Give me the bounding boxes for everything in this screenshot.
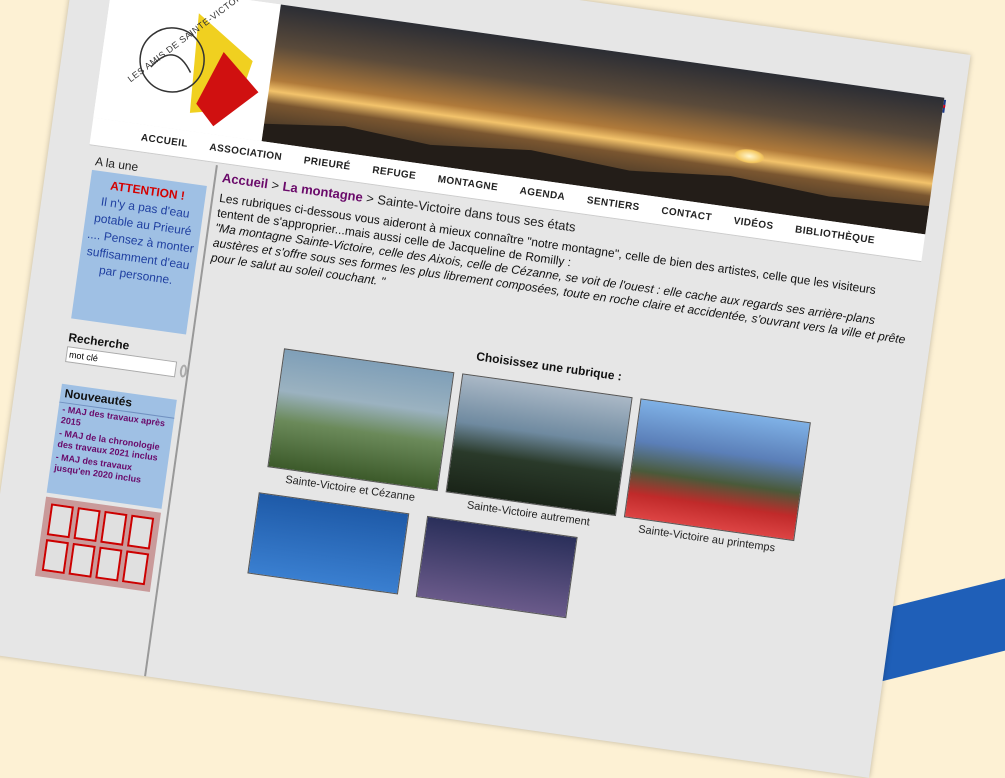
nav-refuge[interactable]: REFUGE [372,165,417,182]
nav-bibliotheque[interactable]: BIBLIOTHÈQUE [794,224,875,246]
sidebar: A la une ATTENTION ! Il n'y a pas d'eau … [16,147,218,681]
prohibition-sign-icon [121,550,150,586]
gallery-thumbnail[interactable] [445,373,633,517]
gallery-card[interactable]: Sainte-Victoire au printemps [622,398,811,556]
prohibition-sign-icon [41,539,69,574]
news-panel: Nouveautés - MAJ des travaux après 2015 … [46,383,177,509]
nav-agenda[interactable]: AGENDA [519,186,566,203]
alaune-panel: ATTENTION ! Il n'y a pas d'eau potable a… [71,169,207,335]
nav-montagne[interactable]: MONTAGNE [437,174,499,193]
nav-accueil[interactable]: ACCUEIL [140,132,188,149]
sun-glow [733,147,766,166]
gallery-thumbnail[interactable] [623,398,811,542]
gallery-card[interactable]: Sainte-Victoire et Cézanne [265,348,455,506]
prohibition-signs-image [34,496,161,593]
tilted-screenshot: LES AMIS DE SAINTE-VICTOIRE ACCUEIL ASSO… [0,0,971,778]
breadcrumb-sep: > [365,190,375,207]
prohibition-sign-icon [68,542,96,578]
nav-association[interactable]: ASSOCIATION [209,142,283,163]
gallery-card[interactable]: Sainte-Victoire autrement [443,373,633,531]
logo-artwork-icon [139,13,259,127]
site-logo[interactable]: LES AMIS DE SAINTE-VICTOIRE [93,0,281,142]
gallery-thumbnail[interactable] [267,348,455,492]
nav-prieure[interactable]: PRIEURÉ [303,155,351,172]
breadcrumb-sep: > [270,177,281,193]
alert-message: Il n'y a pas d'eau potable au Prieuré ..… [85,194,195,288]
web-page: LES AMIS DE SAINTE-VICTOIRE ACCUEIL ASSO… [0,0,971,778]
breadcrumb-home[interactable]: Accueil [221,170,269,191]
prohibition-sign-icon [46,503,74,539]
prohibition-sign-icon [100,510,128,546]
nav-videos[interactable]: VIDÉOS [733,216,774,232]
gallery-thumbnail[interactable] [415,515,578,619]
search-icon[interactable] [179,363,188,378]
nav-sentiers[interactable]: SENTIERS [586,195,640,213]
prohibition-sign-icon [95,546,123,582]
prohibition-sign-icon [73,507,101,543]
nav-contact[interactable]: CONTACT [661,206,713,224]
gallery-thumbnail[interactable] [247,492,410,595]
prohibition-sign-icon [126,514,155,550]
